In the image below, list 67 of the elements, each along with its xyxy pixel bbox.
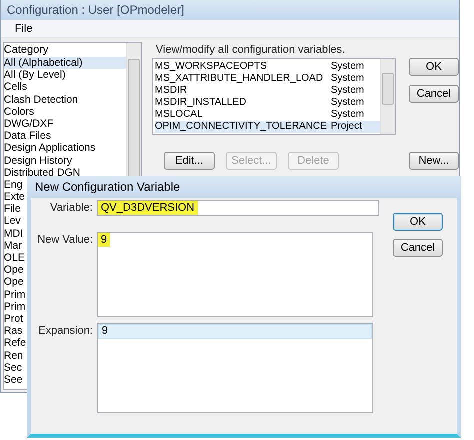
category-item[interactable]: Refe <box>4 337 26 350</box>
category-item[interactable]: OLE <box>4 252 26 264</box>
button[interactable]: OK <box>409 58 459 76</box>
field-value: 9 <box>98 233 110 247</box>
button: Delete <box>288 152 339 170</box>
variable-name: MSLOCAL <box>155 109 204 121</box>
expansion-field[interactable]: 9 <box>97 323 373 413</box>
category-item[interactable]: Clash Detection <box>4 94 78 106</box>
category-item[interactable]: All (Alphabetical) <box>4 57 126 70</box>
category-item[interactable]: File <box>4 203 21 216</box>
category-item[interactable]: MDI <box>4 228 24 240</box>
variable-name: MS_WORKSPACEOPTS <box>155 61 268 73</box>
field-label: Variable: <box>49 201 93 216</box>
category-item[interactable]: Exte <box>4 191 26 204</box>
category-item[interactable]: Ras <box>4 325 23 338</box>
variable-row[interactable]: OPIM_CONNECTIVITY_TOLERANCE Project <box>155 121 380 133</box>
category-item[interactable]: Ope <box>4 276 24 289</box>
new-value-field[interactable]: 9 <box>97 232 373 317</box>
variable-name: MS_XATTRIBUTE_HANDLER_LOAD <box>155 73 324 85</box>
category-item[interactable]: Mar <box>4 240 22 252</box>
category-item[interactable]: Eng <box>4 178 23 192</box>
scrollbar[interactable] <box>380 59 395 134</box>
variable-level: System <box>331 97 364 109</box>
variable-field[interactable]: QV_D3DVERSION <box>97 200 379 216</box>
variable-level: System <box>331 85 364 97</box>
category-item[interactable]: Design History <box>4 154 72 167</box>
button[interactable]: OK <box>393 213 443 231</box>
category-item[interactable]: Lev <box>4 215 21 228</box>
button[interactable]: Cancel <box>393 239 443 257</box>
variable-name: OPIM_CONNECTIVITY_TOLERANCE <box>155 121 328 133</box>
menu-item[interactable]: File <box>13 22 35 34</box>
category-item[interactable]: Distributed DGN <box>4 166 80 179</box>
category-item[interactable]: See <box>4 374 23 386</box>
category-item[interactable]: Design Applications <box>4 142 96 154</box>
button[interactable]: New... <box>409 152 459 170</box>
category-item[interactable]: DWG/DXF <box>4 118 54 130</box>
category-item[interactable]: Cells <box>4 81 28 94</box>
category-item[interactable]: Prim <box>4 300 26 313</box>
variable-row[interactable]: MSDIR_INSTALLED System <box>155 97 380 109</box>
field-value: QV_D3DVERSION <box>98 201 198 215</box>
field-label: New Value: <box>36 233 93 248</box>
variable-level: System <box>331 109 364 121</box>
column-header: Category <box>4 43 49 57</box>
variable-name: MSDIR <box>155 85 188 97</box>
window-title: Configuration : User [OPmodeler] <box>7 3 184 17</box>
field-label: Expansion: <box>38 324 93 339</box>
category-item[interactable]: All (By Level) <box>4 69 66 82</box>
variable-row[interactable]: MS_XATTRIBUTE_HANDLER_LOAD System <box>155 73 380 85</box>
category-item[interactable]: Colors <box>4 106 34 118</box>
button: Select... <box>226 152 277 170</box>
variable-row[interactable]: MSDIR System <box>155 85 380 97</box>
variable-row[interactable]: MS_WORKSPACEOPTS System <box>155 61 380 73</box>
variable-name: MSDIR_INSTALLED <box>155 97 248 109</box>
category-item[interactable]: Sec <box>4 362 22 374</box>
variable-level: Project <box>331 121 362 133</box>
variable-row[interactable]: MSLOCAL System <box>155 109 380 121</box>
category-item[interactable]: Data Files <box>4 130 52 142</box>
button[interactable]: Cancel <box>409 85 459 103</box>
dialog-title: New Configuration Variable <box>35 180 180 194</box>
caption-text: View/modify all configuration variables. <box>155 44 346 57</box>
variable-level: System <box>331 61 364 73</box>
variable-level: System <box>331 73 364 85</box>
category-item[interactable]: Ope <box>4 264 24 276</box>
button[interactable]: Edit... <box>164 152 215 170</box>
category-item[interactable]: Prim <box>4 288 26 301</box>
category-item[interactable]: Prot <box>4 312 24 326</box>
category-item[interactable]: Ren <box>4 350 24 362</box>
